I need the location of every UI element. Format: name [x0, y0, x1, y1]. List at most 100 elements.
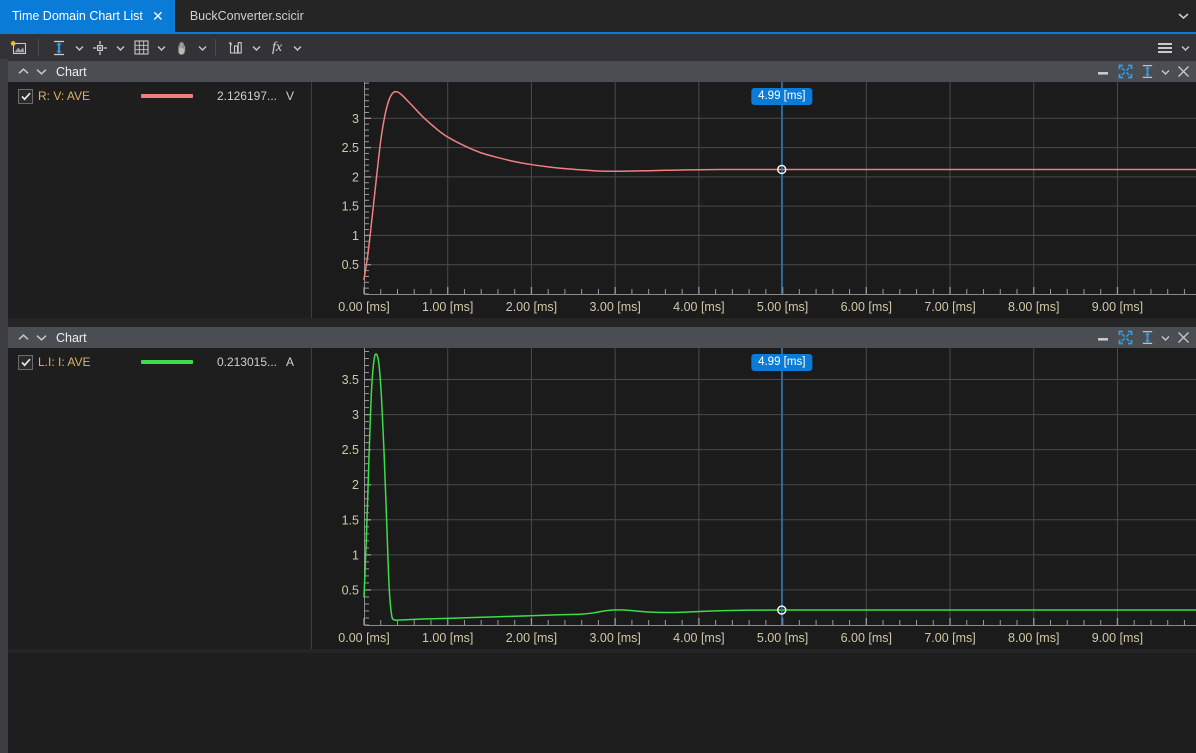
svg-text:0.5: 0.5 [342, 258, 359, 272]
svg-text:7.00 [ms]: 7.00 [ms] [924, 300, 975, 314]
svg-text:9.00 [ms]: 9.00 [ms] [1092, 300, 1143, 314]
chart-2-svg: 0.5 1 1.5 2 2.5 3 3.5 0.00 [ms] 1.00 [ms] 2.00 [m… [312, 348, 1196, 649]
legend-item[interactable]: R: V: AVE 2.126197... V [8, 82, 311, 106]
legend-series-name: R: V: AVE [38, 89, 91, 103]
new-chart-icon[interactable] [4, 37, 32, 59]
chart-panel-1-legend: R: V: AVE 2.126197... V [8, 82, 312, 318]
chart-1-svg: 0.5 1 1.5 2 2.5 3 0.00 [ms] 1.00 [ms] 2.00 [ms] 3… [312, 82, 1196, 318]
chevron-down-icon[interactable] [1158, 328, 1172, 347]
pan-hand-icon[interactable] [168, 37, 196, 59]
tab-label: Time Domain Chart List [12, 9, 143, 23]
svg-text:1.5: 1.5 [342, 513, 359, 527]
minimize-icon[interactable] [1092, 328, 1114, 347]
legend-unit: A [285, 355, 294, 369]
svg-text:6.00 [ms]: 6.00 [ms] [841, 300, 892, 314]
toolbar-separator [215, 39, 216, 56]
legend-unit: V [285, 89, 294, 103]
legend-value: 0.213015... [216, 355, 277, 369]
svg-text:1: 1 [352, 229, 359, 243]
svg-text:2: 2 [352, 170, 359, 184]
chevron-up-icon[interactable] [14, 62, 32, 81]
close-icon[interactable] [1172, 62, 1194, 81]
legend-color-swatch [141, 94, 193, 98]
vertical-zoom-icon[interactable] [45, 37, 73, 59]
maximize-icon[interactable] [1114, 328, 1136, 347]
legend-series-name: L.I: I: AVE [38, 355, 91, 369]
tab-bar-spacer [313, 0, 1170, 32]
svg-text:0.00 [ms]: 0.00 [ms] [338, 300, 389, 314]
tab-label: BuckConverter.scicir [189, 9, 304, 23]
svg-text:5.00 [ms]: 5.00 [ms] [757, 631, 808, 645]
tab-bar: Time Domain Chart List ✕ BuckConverter.s… [0, 0, 1196, 34]
fit-vertical-icon[interactable] [1136, 62, 1158, 81]
chart-panel-2-header: Chart [8, 327, 1196, 348]
svg-text:1.00 [ms]: 1.00 [ms] [422, 300, 473, 314]
chart-panel-1-body: R: V: AVE 2.126197... V 0.5 1 1.5 2 2.5 3 0.00… [8, 82, 1196, 318]
chevron-down-icon[interactable] [1170, 0, 1196, 32]
svg-text:5.00 [ms]: 5.00 [ms] [757, 300, 808, 314]
chevron-down-icon[interactable] [114, 37, 127, 59]
svg-text:3.00 [ms]: 3.00 [ms] [589, 300, 640, 314]
workspace-left-rail [0, 59, 8, 753]
fx-function-icon[interactable]: fx [263, 37, 291, 59]
chart-panel-2: Chart L.I: I: AVE 0.213015... A 0.5 1 1.… [8, 327, 1196, 649]
tab-buckconverter-scicir[interactable]: BuckConverter.scicir [175, 0, 314, 32]
minimize-icon[interactable] [1092, 62, 1114, 81]
fit-vertical-icon[interactable] [1136, 328, 1158, 347]
svg-text:4.00 [ms]: 4.00 [ms] [673, 300, 724, 314]
chart-toolbar: fx [0, 34, 1196, 62]
chart-panel-2-legend: L.I: I: AVE 0.213015... A [8, 348, 312, 649]
chevron-up-icon[interactable] [14, 328, 32, 347]
hamburger-menu-icon[interactable] [1151, 37, 1179, 59]
chevron-down-icon[interactable] [291, 37, 304, 59]
grid-icon[interactable] [127, 37, 155, 59]
bar-chart-icon[interactable] [222, 37, 250, 59]
close-icon[interactable] [1172, 328, 1194, 347]
chevron-down-icon[interactable] [73, 37, 86, 59]
maximize-icon[interactable] [1114, 62, 1136, 81]
svg-text:6.00 [ms]: 6.00 [ms] [841, 631, 892, 645]
svg-text:1.5: 1.5 [342, 200, 359, 214]
crosshair-cursor-icon[interactable] [86, 37, 114, 59]
chart-panel-1-header: Chart [8, 61, 1196, 82]
close-icon[interactable]: ✕ [151, 9, 165, 23]
chart-panel-2-plot[interactable]: 0.5 1 1.5 2 2.5 3 3.5 0.00 [ms] 1.00 [ms] 2.00 [m… [312, 348, 1196, 649]
legend-visibility-checkbox[interactable] [18, 88, 33, 104]
svg-text:3: 3 [352, 112, 359, 126]
chart-2-cursor-badge[interactable]: 4.99 [ms] [751, 354, 813, 371]
legend-color-swatch [141, 360, 193, 364]
svg-text:1.00 [ms]: 1.00 [ms] [422, 631, 473, 645]
chevron-down-icon[interactable] [196, 37, 209, 59]
svg-text:9.00 [ms]: 9.00 [ms] [1092, 631, 1143, 645]
chevron-down-icon[interactable] [1179, 37, 1192, 59]
svg-text:3.00 [ms]: 3.00 [ms] [589, 631, 640, 645]
chevron-down-icon[interactable] [1158, 62, 1172, 81]
chevron-down-icon[interactable] [155, 37, 168, 59]
chart-panel-1: Chart R: V: AVE 2.126197... V 0.5 1 1.5 … [8, 61, 1196, 318]
svg-text:2.5: 2.5 [342, 443, 359, 457]
toolbar-separator [38, 39, 39, 56]
svg-text:2.00 [ms]: 2.00 [ms] [506, 631, 557, 645]
chart-panel-1-plot[interactable]: 0.5 1 1.5 2 2.5 3 0.00 [ms] 1.00 [ms] 2.00 [ms] 3… [312, 82, 1196, 318]
svg-text:0.00 [ms]: 0.00 [ms] [338, 631, 389, 645]
svg-text:2.00 [ms]: 2.00 [ms] [506, 300, 557, 314]
svg-text:2.5: 2.5 [342, 141, 359, 155]
svg-text:3: 3 [352, 408, 359, 422]
chart-panel-1-title: Chart [56, 64, 87, 79]
svg-text:8.00 [ms]: 8.00 [ms] [1008, 300, 1059, 314]
chevron-down-icon[interactable] [32, 62, 50, 81]
legend-value: 2.126197... [216, 89, 277, 103]
chevron-down-icon[interactable] [250, 37, 263, 59]
svg-text:3.5: 3.5 [342, 373, 359, 387]
legend-visibility-checkbox[interactable] [18, 354, 33, 370]
workspace-empty-area [8, 653, 1196, 753]
svg-text:1: 1 [352, 548, 359, 562]
chart-1-cursor-badge[interactable]: 4.99 [ms] [751, 88, 813, 105]
svg-text:0.5: 0.5 [342, 583, 359, 597]
fx-label: fx [271, 39, 283, 55]
chevron-down-icon[interactable] [32, 328, 50, 347]
tab-time-domain-chart-list[interactable]: Time Domain Chart List ✕ [0, 0, 176, 32]
application-window: Time Domain Chart List ✕ BuckConverter.s… [0, 0, 1196, 753]
legend-item[interactable]: L.I: I: AVE 0.213015... A [8, 348, 311, 372]
svg-text:8.00 [ms]: 8.00 [ms] [1008, 631, 1059, 645]
